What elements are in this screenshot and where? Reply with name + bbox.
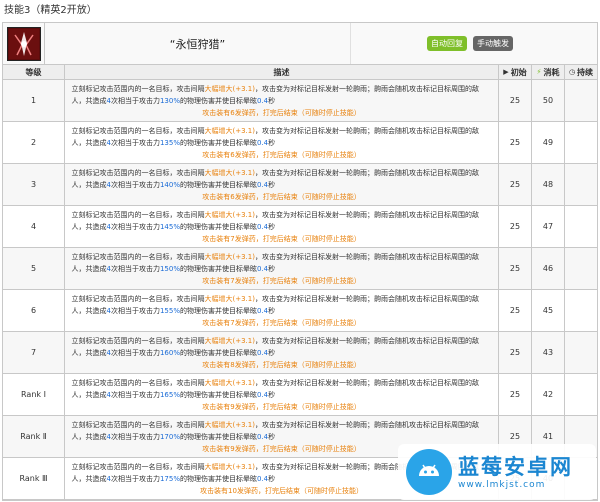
col-cost: 消耗: [543, 67, 560, 77]
row-cost: 42: [532, 374, 565, 415]
row-description: 立刻标记攻击范围内的一名目标，攻击间隔大幅增大(+3.1)，攻击变为对标记目标发…: [65, 248, 499, 289]
row-cost: 49: [532, 122, 565, 163]
row-cost: 45: [532, 290, 565, 331]
row-duration: [565, 164, 597, 205]
col-duration: 持续: [577, 67, 594, 77]
row-description: 立刻标记攻击范围内的一名目标，攻击间隔大幅增大(+3.1)，攻击变为对标记目标发…: [65, 164, 499, 205]
row-cost: 48: [532, 164, 565, 205]
row-cost: 47: [532, 206, 565, 247]
description-note: 攻击装有6发弹药，打完后结束（可随时停止技能）: [202, 192, 361, 201]
row-description: 立刻标记攻击范围内的一名目标，攻击间隔大幅增大(+3.1)，攻击变为对标记目标发…: [65, 374, 499, 415]
watermark-title: 蓝莓安卓网: [458, 455, 573, 479]
table-row: 4 立刻标记攻击范围内的一名目标，攻击间隔大幅增大(+3.1)，攻击变为对标记目标…: [3, 206, 597, 248]
row-level: 2: [3, 122, 65, 163]
tag-auto-recovery: 自动回复: [427, 36, 467, 51]
row-level: Rank Ⅲ: [3, 458, 65, 499]
row-description: 立刻标记攻击范围内的一名目标，攻击间隔大幅增大(+3.1)，攻击变为对标记目标发…: [65, 332, 499, 373]
table-row: 5 立刻标记攻击范围内的一名目标，攻击间隔大幅增大(+3.1)，攻击变为对标记目标…: [3, 248, 597, 290]
skill-header: “永恒狩猎” 自动回复 手动触发: [3, 23, 597, 65]
row-init: 25: [499, 206, 532, 247]
row-init: 25: [499, 164, 532, 205]
section-title: 技能3（精英2开放）: [0, 0, 600, 22]
row-duration: [565, 290, 597, 331]
description-text: 立刻标记攻击范围内的一名目标，攻击间隔大幅增大(+3.1)，攻击变为对标记目标发…: [71, 294, 479, 315]
table-row: 1 立刻标记攻击范围内的一名目标，攻击间隔大幅增大(+3.1)，攻击变为对标记目标…: [3, 80, 597, 122]
description-text: 立刻标记攻击范围内的一名目标，攻击间隔大幅增大(+3.1)，攻击变为对标记目标发…: [71, 126, 479, 147]
row-level: 7: [3, 332, 65, 373]
lightning-icon: ⚡: [536, 68, 542, 76]
row-cost: 43: [532, 332, 565, 373]
row-level: 1: [3, 80, 65, 121]
row-cost: 50: [532, 80, 565, 121]
description-text: 立刻标记攻击范围内的一名目标，攻击间隔大幅增大(+3.1)，攻击变为对标记目标发…: [71, 84, 479, 105]
row-level: 4: [3, 206, 65, 247]
row-level: 3: [3, 164, 65, 205]
row-duration: [565, 374, 597, 415]
row-description: 立刻标记攻击范围内的一名目标，攻击间隔大幅增大(+3.1)，攻击变为对标记目标发…: [65, 122, 499, 163]
row-description: 立刻标记攻击范围内的一名目标，攻击间隔大幅增大(+3.1)，攻击变为对标记目标发…: [65, 290, 499, 331]
col-level: 等级: [3, 65, 65, 79]
android-robot-icon: [406, 449, 452, 495]
watermark: 蓝莓安卓网 www.lmkjst.com: [398, 444, 596, 500]
row-level: Rank Ⅰ: [3, 374, 65, 415]
row-duration: [565, 206, 597, 247]
description-note: 攻击装有7发弹药，打完后结束（可随时停止技能）: [202, 276, 361, 285]
description-text: 立刻标记攻击范围内的一名目标，攻击间隔大幅增大(+3.1)，攻击变为对标记目标发…: [71, 210, 479, 231]
tag-manual-trigger: 手动触发: [473, 36, 513, 51]
description-text: 立刻标记攻击范围内的一名目标，攻击间隔大幅增大(+3.1)，攻击变为对标记目标发…: [71, 336, 479, 357]
row-level: 6: [3, 290, 65, 331]
description-text: 立刻标记攻击范围内的一名目标，攻击间隔大幅增大(+3.1)，攻击变为对标记目标发…: [71, 420, 479, 441]
row-duration: [565, 80, 597, 121]
row-init: 25: [499, 332, 532, 373]
table-body: 1 立刻标记攻击范围内的一名目标，攻击间隔大幅增大(+3.1)，攻击变为对标记目标…: [3, 80, 597, 500]
description-note: 攻击装有7发弹药，打完后结束（可随时停止技能）: [202, 234, 361, 243]
row-init: 25: [499, 80, 532, 121]
description-text: 立刻标记攻击范围内的一名目标，攻击间隔大幅增大(+3.1)，攻击变为对标记目标发…: [71, 168, 479, 189]
row-description: 立刻标记攻击范围内的一名目标，攻击间隔大幅增大(+3.1)，攻击变为对标记目标发…: [65, 206, 499, 247]
skill-emblem-icon: [6, 26, 41, 61]
description-text: 立刻标记攻击范围内的一名目标，攻击间隔大幅增大(+3.1)，攻击变为对标记目标发…: [71, 252, 479, 273]
col-init: 初始: [510, 67, 527, 77]
column-header: 等级 描述 ▶ 初始 ⚡ 消耗 ◷ 持续: [3, 65, 597, 80]
clock-icon: ◷: [568, 68, 576, 76]
table-row: 7 立刻标记攻击范围内的一名目标，攻击间隔大幅增大(+3.1)，攻击变为对标记目标…: [3, 332, 597, 374]
description-note: 攻击装有8发弹药，打完后结束（可随时停止技能）: [202, 360, 361, 369]
description-note: 攻击装有9发弹药，打完后结束（可随时停止技能）: [202, 402, 361, 411]
table-row: 3 立刻标记攻击范围内的一名目标，攻击间隔大幅增大(+3.1)，攻击变为对标记目标…: [3, 164, 597, 206]
row-duration: [565, 122, 597, 163]
row-init: 25: [499, 374, 532, 415]
description-note: 攻击装有6发弹药，打完后结束（可随时停止技能）: [202, 108, 361, 117]
description-text: 立刻标记攻击范围内的一名目标，攻击间隔大幅增大(+3.1)，攻击变为对标记目标发…: [71, 378, 479, 399]
row-init: 25: [499, 248, 532, 289]
row-description: 立刻标记攻击范围内的一名目标，攻击间隔大幅增大(+3.1)，攻击变为对标记目标发…: [65, 80, 499, 121]
row-init: 25: [499, 122, 532, 163]
description-note: 攻击装有6发弹药，打完后结束（可随时停止技能）: [202, 150, 361, 159]
description-note: 攻击装有7发弹药，打完后结束（可随时停止技能）: [202, 318, 361, 327]
play-icon: ▶: [503, 68, 509, 76]
row-cost: 46: [532, 248, 565, 289]
row-level: 5: [3, 248, 65, 289]
skill-name: “永恒狩猎”: [45, 23, 351, 64]
row-level: Rank Ⅱ: [3, 416, 65, 457]
col-desc: 描述: [65, 65, 499, 79]
row-duration: [565, 332, 597, 373]
row-duration: [565, 248, 597, 289]
table-row: 2 立刻标记攻击范围内的一名目标，攻击间隔大幅增大(+3.1)，攻击变为对标记目标…: [3, 122, 597, 164]
watermark-url: www.lmkjst.com: [458, 480, 546, 490]
table-row: 6 立刻标记攻击范围内的一名目标，攻击间隔大幅增大(+3.1)，攻击变为对标记目标…: [3, 290, 597, 332]
skill-table: “永恒狩猎” 自动回复 手动触发 等级 描述 ▶ 初始 ⚡ 消耗 ◷ 持续 1 立刻标记…: [2, 22, 598, 501]
row-init: 25: [499, 290, 532, 331]
table-row: Rank Ⅰ 立刻标记攻击范围内的一名目标，攻击间隔大幅增大(+3.1)，攻击变为…: [3, 374, 597, 416]
